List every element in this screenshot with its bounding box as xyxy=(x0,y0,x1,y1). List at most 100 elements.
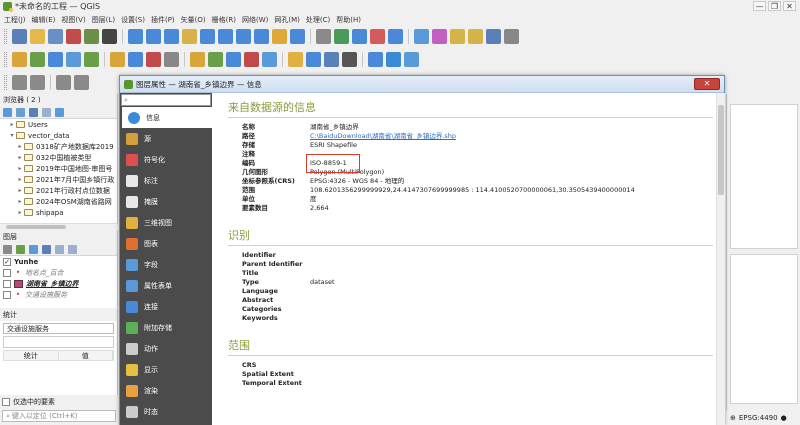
browser-item[interactable]: ▸ 2021年行政村点位数据 xyxy=(0,185,117,196)
tool-icon[interactable] xyxy=(84,52,99,67)
menu-item[interactable]: 栅格(R) xyxy=(212,15,236,25)
nav-item-6[interactable]: 图表 xyxy=(120,233,212,254)
tool-icon[interactable] xyxy=(352,29,367,44)
tool-icon[interactable] xyxy=(468,29,483,44)
tool-icon[interactable] xyxy=(368,52,383,67)
tool-icon[interactable] xyxy=(370,29,385,44)
refresh-icon[interactable] xyxy=(16,107,25,117)
browser-hscrollbar[interactable] xyxy=(0,223,118,230)
browser-item[interactable]: ▸ Users xyxy=(0,119,117,130)
expand-arrow-icon[interactable]: ▸ xyxy=(16,187,24,194)
menu-item[interactable]: 矢量(O) xyxy=(181,15,206,25)
tool-icon[interactable] xyxy=(48,29,63,44)
layer-checkbox[interactable] xyxy=(3,268,11,277)
tool-icon[interactable] xyxy=(30,29,45,44)
nav-item-11[interactable]: 动作 xyxy=(120,338,212,359)
tool-icon[interactable] xyxy=(56,75,71,90)
tool-icon[interactable] xyxy=(316,29,331,44)
tool-icon[interactable] xyxy=(164,29,179,44)
tool-icon[interactable] xyxy=(432,29,447,44)
nav-item-9[interactable]: 连接 xyxy=(120,296,212,317)
tool-icon[interactable] xyxy=(12,52,27,67)
info-scrollbar[interactable] xyxy=(716,93,725,425)
selected-only-option[interactable]: 仅选中的要素 xyxy=(2,397,55,407)
menu-item[interactable]: 网络(W) xyxy=(242,15,268,25)
expand-arrow-icon[interactable]: ▸ xyxy=(16,209,24,216)
toolbar-handle[interactable] xyxy=(4,52,7,67)
browser-item[interactable]: ▾ vector_data xyxy=(0,130,117,141)
field-combo[interactable] xyxy=(3,336,114,348)
nav-item-5[interactable]: 三维视图 xyxy=(120,212,212,233)
tool-icon[interactable] xyxy=(146,29,161,44)
dialog-close-button[interactable]: ✕ xyxy=(694,78,720,90)
maximize-button[interactable]: ❐ xyxy=(768,1,781,11)
tool-icon[interactable] xyxy=(414,29,429,44)
layer-checkbox[interactable] xyxy=(3,279,11,288)
toolbar-handle[interactable] xyxy=(4,75,7,90)
browser-item[interactable]: ▸ shipapa xyxy=(0,207,117,218)
selected-only-checkbox[interactable] xyxy=(2,398,10,406)
layer-item[interactable]: • 地名点_百合 xyxy=(0,267,117,278)
layer-item[interactable]: • 交通设施服务 xyxy=(0,289,117,300)
tool-icon[interactable] xyxy=(254,29,269,44)
tool-icon[interactable] xyxy=(244,52,259,67)
tool-icon[interactable] xyxy=(146,52,161,67)
nav-item-13[interactable]: 渲染 xyxy=(120,380,212,401)
tool-icon[interactable] xyxy=(226,52,241,67)
layer-combo[interactable]: 交通设施服务 xyxy=(3,323,114,334)
tool-icon[interactable] xyxy=(450,29,465,44)
expand-arrow-icon[interactable]: ▸ xyxy=(16,165,24,172)
tool-icon[interactable] xyxy=(30,75,45,90)
layer-item[interactable]: 湖南省_乡镇边界 xyxy=(0,278,117,289)
nav-item-8[interactable]: 属性表单 xyxy=(120,275,212,296)
tool-icon[interactable] xyxy=(12,75,27,90)
menu-item[interactable]: 处理(C) xyxy=(306,15,330,25)
crs-status[interactable]: EPSG:4490 xyxy=(739,414,778,422)
nav-item-3[interactable]: 标注 xyxy=(120,170,212,191)
tool-icon[interactable] xyxy=(66,29,81,44)
tool-icon[interactable] xyxy=(386,52,401,67)
locator-search[interactable]: ⌕ 键入以定位 (Ctrl+K) xyxy=(2,410,116,422)
collapse-all-icon[interactable] xyxy=(68,244,77,254)
tool-icon[interactable] xyxy=(110,52,125,67)
visibility-icon[interactable] xyxy=(29,244,38,254)
properties-icon[interactable] xyxy=(55,107,64,117)
nav-item-2[interactable]: 符号化 xyxy=(120,149,212,170)
expand-arrow-icon[interactable]: ▸ xyxy=(16,154,24,161)
browser-item[interactable]: ▸ 2019年中国地图-审图号 xyxy=(0,163,117,174)
expand-arrow-icon[interactable]: ▸ xyxy=(16,143,24,150)
tool-icon[interactable] xyxy=(190,52,205,67)
expand-arrow-icon[interactable]: ▸ xyxy=(16,176,24,183)
nav-item-14[interactable]: 时态 xyxy=(120,401,212,422)
expand-all-icon[interactable] xyxy=(55,244,64,254)
menu-item[interactable]: 视图(V) xyxy=(61,15,85,25)
property-value[interactable]: C:\BaiduDownload\湖南省\湖南省_乡镇边界.shp xyxy=(310,132,456,141)
menu-item[interactable]: 插件(P) xyxy=(151,15,175,25)
tool-icon[interactable] xyxy=(342,52,357,67)
tool-icon[interactable] xyxy=(290,29,305,44)
scrollbar-thumb[interactable] xyxy=(6,225,66,229)
menu-item[interactable]: 工程(J) xyxy=(4,15,26,25)
expand-arrow-icon[interactable]: ▾ xyxy=(8,132,16,139)
tool-icon[interactable] xyxy=(208,52,223,67)
minimize-button[interactable]: — xyxy=(753,1,766,11)
scrollbar-thumb[interactable] xyxy=(718,105,724,195)
browser-item[interactable]: ▸ 2021年7月中国乡镇行政 xyxy=(0,174,117,185)
messages-icon[interactable]: ● xyxy=(781,414,787,422)
tool-icon[interactable] xyxy=(324,52,339,67)
menu-item[interactable]: 网孔(M) xyxy=(274,15,300,25)
tool-icon[interactable] xyxy=(334,29,349,44)
browser-item[interactable]: ▸ 2024年OSM湖南省路网 xyxy=(0,196,117,207)
tool-icon[interactable] xyxy=(128,29,143,44)
filter-legend-icon[interactable] xyxy=(42,244,51,254)
tool-icon[interactable] xyxy=(404,52,419,67)
add-layer-icon[interactable] xyxy=(3,107,12,117)
tool-icon[interactable] xyxy=(388,29,403,44)
tool-icon[interactable] xyxy=(102,29,117,44)
nav-item-0[interactable]: 信息 xyxy=(122,107,212,128)
nav-item-12[interactable]: 显示 xyxy=(120,359,212,380)
tool-icon[interactable] xyxy=(30,52,45,67)
nav-item-10[interactable]: 附加存储 xyxy=(120,317,212,338)
tool-icon[interactable] xyxy=(164,52,179,67)
layer-checkbox[interactable] xyxy=(3,290,11,299)
